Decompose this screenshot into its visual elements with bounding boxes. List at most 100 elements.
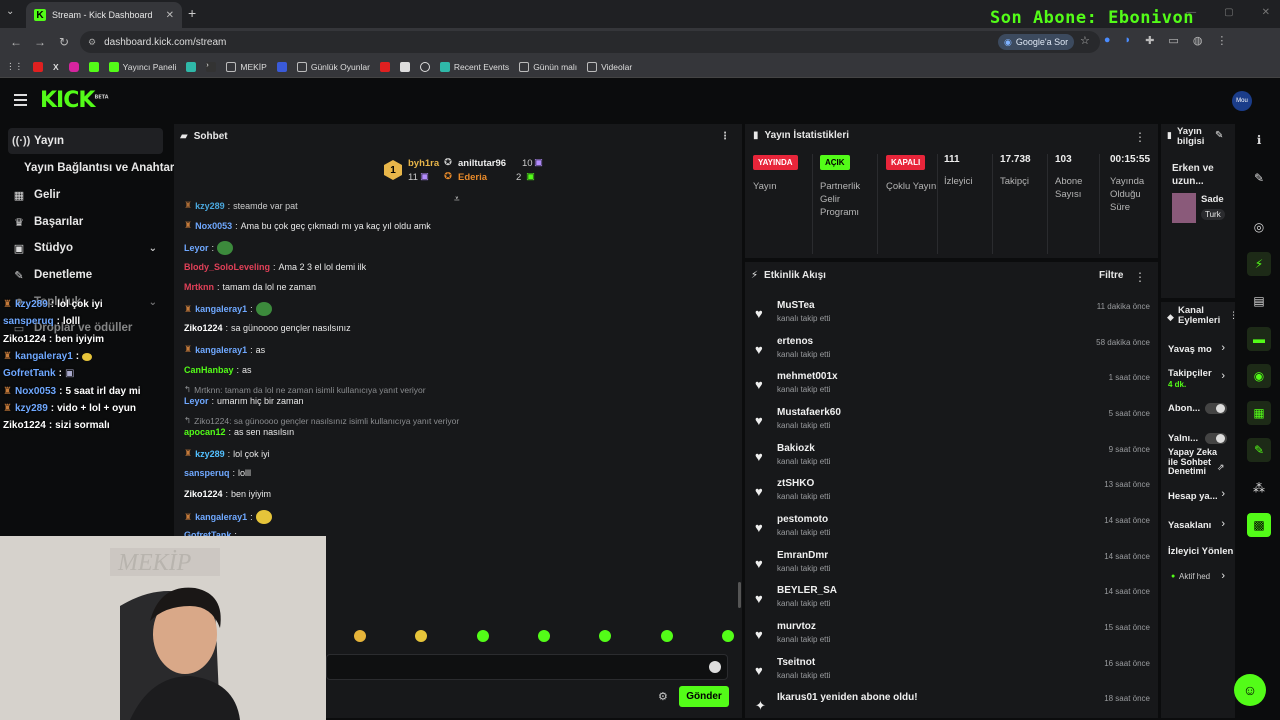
chevron-right-icon[interactable]: › [1221, 488, 1225, 500]
chevron-right-icon[interactable]: › [1221, 518, 1225, 530]
sidebar-toggle-icon[interactable]: ▭ [1168, 34, 1178, 47]
close-window-button[interactable]: ✕ [1262, 7, 1270, 18]
activity-item[interactable]: ♥ ertenos kanalı takip etti 58 dakika önce [755, 334, 1150, 364]
emote-only-toggle[interactable] [1205, 433, 1227, 444]
action-emote-only[interactable]: Yalnı... [1168, 433, 1204, 444]
back-icon[interactable]: ← [4, 35, 28, 49]
filter-button[interactable]: Filtre [1099, 270, 1123, 281]
sidebar-item-denetleme[interactable]: ✎ Denetleme [8, 262, 163, 288]
sidebar-item-stream-key[interactable]: Yayın Bağlantısı ve Anahtarı [20, 155, 180, 181]
address-bar[interactable]: ⚙ dashboard.kick.com/stream [80, 31, 1100, 53]
activity-menu-icon[interactable]: ⋮ [1134, 270, 1146, 284]
people-icon[interactable]: ⁂ [1247, 476, 1271, 500]
emote-icon[interactable] [476, 630, 489, 642]
activity-item[interactable]: ♥ ztSHKO kanalı takip etti 13 saat önce [755, 476, 1150, 506]
stats-menu-icon[interactable]: ⋮ [1134, 130, 1146, 144]
activity-item[interactable]: ♥ BEYLER_SA kanalı takip etti 14 saat önce [755, 583, 1150, 613]
clapper-icon[interactable]: ▩ [1247, 513, 1271, 537]
bookmark-gunluk-oyunlar[interactable]: Günlük Oyunlar [296, 61, 370, 72]
action-viewer-redirect[interactable]: İzleyici Yönlen [1168, 546, 1234, 557]
gifter-3-name[interactable]: Ederia [458, 172, 487, 183]
apps-icon[interactable]: ⋮⋮ [6, 61, 23, 72]
bookmark-star-icon[interactable]: ☆ [1080, 34, 1090, 47]
site-info-icon[interactable]: ⚙ [88, 37, 96, 48]
youtube-bookmark[interactable] [33, 61, 43, 72]
hamburger-menu-icon[interactable] [14, 94, 27, 109]
bookmark-gallery[interactable] [399, 61, 410, 72]
bookmark-gunun-mali[interactable]: Günün malı [519, 61, 577, 72]
action-active-target[interactable]: Aktif hed [1179, 572, 1217, 581]
kick-logo[interactable]: KICKBETA [40, 88, 109, 113]
gifter-1-name[interactable]: byh1ra [408, 158, 439, 169]
broadcast-icon[interactable]: ◉ [1247, 364, 1271, 388]
activity-item[interactable]: ♥ Mustafaerk60 kanalı takip etti 5 saat önc… [755, 405, 1150, 435]
emote-icon[interactable] [721, 630, 734, 642]
bookmark-chatgpt[interactable] [419, 61, 430, 72]
activity-item[interactable]: ✦ Ikarus01 yeniden abone oldu! 18 saat önc… [755, 690, 1150, 720]
pencil-icon[interactable]: ✎ [1247, 166, 1271, 190]
gifter-2-name[interactable]: aniltutar96 [458, 158, 506, 169]
layout-icon[interactable]: ▦ [1247, 401, 1271, 425]
action-account-age[interactable]: Hesap ya... [1168, 491, 1224, 502]
sidebar-item-yayin[interactable]: ((·)) Yayın [8, 128, 163, 154]
menu-icon[interactable]: ⋮ [1216, 34, 1227, 47]
close-tab-icon[interactable]: ✕ [166, 10, 174, 21]
tab-list-button[interactable]: ⌄ [6, 6, 14, 17]
emote-icon[interactable] [415, 630, 428, 642]
x-bookmark[interactable]: X [53, 62, 59, 72]
action-bans[interactable]: Yasaklanı [1168, 520, 1224, 531]
new-tab-button[interactable]: + [188, 5, 196, 21]
chevron-right-icon[interactable]: › [1221, 342, 1225, 354]
bookmark-icon-arrow[interactable]: › [206, 61, 217, 72]
activity-item[interactable]: ♥ murvtoz kanalı takip etti 15 saat önce [755, 619, 1150, 649]
browser-tab[interactable]: K Stream - Kick Dashboard ✕ [26, 2, 182, 28]
chat-settings-icon[interactable]: ⚙ [658, 690, 668, 703]
bookmark-videolar[interactable]: Videolar [587, 61, 632, 72]
instagram-bookmark[interactable] [68, 61, 79, 72]
bookmark-recent-events[interactable]: Recent Events [439, 61, 509, 72]
activity-item[interactable]: ♥ pestomoto kanalı takip etti 14 saat önce [755, 512, 1150, 542]
action-ai-moderation[interactable]: Yapay Zeka ile Sohbet Denetimi [1168, 448, 1218, 477]
activity-item[interactable]: ♥ mehmet001x kanalı takip etti 1 saat önce [755, 369, 1150, 399]
bookmark-blue[interactable] [276, 61, 287, 72]
emoji-picker-icon[interactable] [709, 661, 721, 673]
activity-item[interactable]: ♥ Tseitnot kanalı takip etti 16 saat önce [755, 655, 1150, 685]
reload-icon[interactable]: ↻ [52, 35, 76, 49]
action-subscribers-only[interactable]: Abon... [1168, 403, 1204, 414]
bookmark-yayinci-paneli[interactable]: Yayıncı Paneli [108, 61, 176, 72]
activity-item[interactable]: ♥ EmranDmr kanalı takip etti 14 saat önce [755, 548, 1150, 578]
activity-item[interactable]: ♥ MuSTea kanalı takip etti 11 dakika önce [755, 298, 1150, 328]
action-slow-mode[interactable]: Yavaş mo [1168, 344, 1224, 355]
profile-icon[interactable]: ◍ [1193, 34, 1203, 47]
chevron-right-icon[interactable]: › [1221, 370, 1225, 382]
forward-icon[interactable]: → [28, 35, 52, 49]
support-chat-icon[interactable]: ☺ [1234, 674, 1266, 706]
kick-bookmark[interactable] [88, 61, 99, 72]
extension-icon-2[interactable]: ◗ [1125, 34, 1132, 47]
document-icon[interactable]: ▤ [1247, 289, 1271, 313]
bookmark-youtube-2[interactable] [379, 61, 390, 72]
bookmark-icon-app[interactable] [186, 61, 197, 72]
emote-icon[interactable] [537, 630, 550, 642]
subscribers-toggle[interactable] [1205, 403, 1227, 414]
chat-icon[interactable]: ▬ [1247, 327, 1271, 351]
emote-icon[interactable] [354, 630, 366, 642]
sidebar-item-studyo[interactable]: ▣ Stüdyo ⌄ [8, 235, 163, 261]
chat-input[interactable] [327, 655, 727, 679]
bookmark-mekip[interactable]: MEKİP [226, 61, 267, 72]
wrench-icon[interactable]: ✎ [1247, 438, 1271, 462]
target-icon[interactable]: ◎ [1247, 215, 1271, 239]
external-link-icon[interactable]: ⇗ [1217, 462, 1225, 473]
lightning-icon[interactable]: ⚡ [1247, 252, 1271, 276]
extensions-puzzle-icon[interactable]: ✚ [1145, 34, 1154, 47]
sidebar-item-basarilar[interactable]: ♛ Başarılar [8, 209, 163, 235]
send-button[interactable]: Gönder [679, 686, 729, 707]
chat-menu-icon[interactable]: ⋮ [720, 131, 730, 142]
chat-scrollbar[interactable] [738, 582, 741, 608]
maximize-button[interactable]: ▢ [1224, 7, 1233, 18]
sidebar-item-gelir[interactable]: ▦ Gelir [8, 182, 163, 208]
ask-google-button[interactable]: ◉ Google'a Sor [998, 34, 1075, 50]
activity-item[interactable]: ♥ Bakiozk kanalı takip etti 9 saat önce [755, 441, 1150, 471]
actions-menu-icon[interactable]: ⋮ [1229, 310, 1238, 321]
chevron-right-icon[interactable]: › [1221, 570, 1225, 582]
